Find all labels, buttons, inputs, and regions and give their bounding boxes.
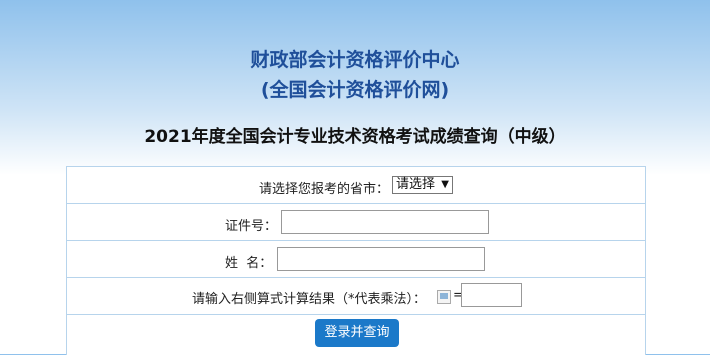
- captcha-label: 请输入右侧算式计算结果（*代表乘法）：: [192, 292, 427, 307]
- dropdown-arrow-icon: ▼: [441, 179, 449, 190]
- province-select[interactable]: 请选择 ▼: [392, 176, 453, 194]
- org-name: 财政部会计资格评价中心: [250, 49, 460, 71]
- name-input[interactable]: [277, 247, 485, 271]
- province-row: 请选择您报考的省市： 请选择 ▼: [67, 167, 645, 204]
- page-title: 2021年度全国会计专业技术资格考试成绩查询（中级）: [144, 127, 566, 147]
- query-form: 请选择您报考的省市： 请选择 ▼ 证件号： 姓 名： 请输入右侧算式计算结果（*…: [66, 166, 646, 355]
- submit-row: 登录并查询: [67, 315, 645, 355]
- org-subtitle: (全国会计资格评价网): [260, 79, 450, 101]
- captcha-image-icon: [437, 290, 451, 304]
- province-label: 请选择您报考的省市：: [259, 182, 390, 197]
- name-label: 姓 名：: [225, 256, 273, 271]
- name-row: 姓 名：: [67, 241, 645, 278]
- id-number-input[interactable]: [281, 210, 489, 234]
- captcha-row: 请输入右侧算式计算结果（*代表乘法）： =: [67, 278, 645, 315]
- province-select-value: 请选择: [396, 177, 436, 192]
- login-query-button[interactable]: 登录并查询: [315, 319, 399, 347]
- id-label: 证件号：: [225, 219, 278, 234]
- id-row: 证件号：: [67, 204, 645, 241]
- captcha-input[interactable]: [461, 283, 522, 307]
